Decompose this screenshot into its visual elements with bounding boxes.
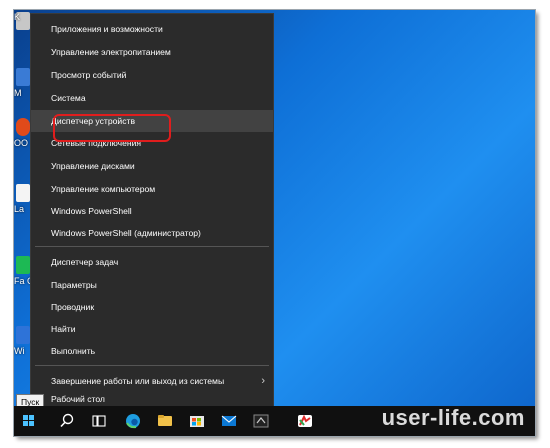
menu-item-desktop[interactable]: Рабочий стол (31, 392, 273, 406)
folder-icon (158, 415, 172, 426)
app-icon (253, 414, 269, 428)
desktop-icon-label: Wi (14, 346, 25, 356)
desktop-icon-2[interactable]: M (14, 68, 32, 102)
app-icon (16, 326, 30, 344)
explorer-button[interactable] (150, 406, 180, 436)
chevron-right-icon: › (261, 375, 265, 387)
menu-item-apps-features[interactable]: Приложения и возможности (31, 18, 273, 40)
menu-item-file-explorer[interactable]: Проводник (31, 296, 273, 318)
desktop-icon-5[interactable]: Fa C (14, 256, 34, 290)
menu-item-powershell[interactable]: Windows PowerShell (31, 200, 273, 222)
app-icon (16, 68, 30, 86)
desktop-icon-3[interactable]: OO (14, 118, 32, 152)
edge-button[interactable] (118, 406, 148, 436)
menu-item-disk-management[interactable]: Управление дисками (31, 155, 273, 177)
red-highlight-box (53, 114, 171, 142)
menu-item-shutdown-signout[interactable]: Завершение работы или выход из системы › (31, 370, 273, 392)
menu-item-task-manager[interactable]: Диспетчер задач (31, 251, 273, 273)
search-button[interactable] (52, 406, 82, 436)
windows-icon (23, 415, 34, 426)
edge-icon (126, 414, 140, 429)
desktop-icon-4[interactable]: La (14, 184, 32, 218)
desktop-icon-6[interactable]: Wi (14, 326, 32, 360)
start-button[interactable] (14, 406, 44, 436)
screenshot: K M OO La Fa C Wi Приложения и возможнос… (0, 0, 550, 448)
mail-icon (221, 415, 237, 426)
store-button[interactable] (182, 406, 212, 436)
app-button-2[interactable] (290, 406, 320, 436)
menu-item-label: Завершение работы или выход из системы (51, 376, 225, 386)
mail-button[interactable] (214, 406, 244, 436)
menu-item-computer-management[interactable]: Управление компьютером (31, 178, 273, 200)
menu-separator (35, 246, 269, 247)
desktop-icon-label: OO (14, 138, 29, 148)
store-icon (190, 416, 204, 427)
desktop-icon-label: K (14, 12, 21, 22)
desktop-icon-label: M (14, 88, 22, 98)
menu-item-event-viewer[interactable]: Просмотр событий (31, 64, 273, 86)
app-button[interactable] (246, 406, 276, 436)
menu-item-powershell-admin[interactable]: Windows PowerShell (администратор) (31, 222, 273, 244)
menu-item-settings[interactable]: Параметры (31, 274, 273, 296)
task-view-button[interactable] (84, 406, 114, 436)
menu-item-run[interactable]: Выполнить (31, 340, 273, 362)
winx-context-menu: Приложения и возможности Управление элек… (31, 14, 273, 406)
menu-item-system[interactable]: Система (31, 87, 273, 109)
app-icon (16, 256, 30, 274)
menu-item-power-options[interactable]: Управление электропитанием (31, 41, 273, 63)
document-icon (16, 184, 30, 202)
menu-separator (35, 365, 269, 366)
windows-desktop: K M OO La Fa C Wi Приложения и возможнос… (14, 10, 535, 436)
watermark: user-life.com (381, 405, 525, 430)
desktop-icon-1[interactable]: K (14, 12, 32, 46)
menu-item-search[interactable]: Найти (31, 318, 273, 340)
task-view-icon (92, 415, 106, 427)
search-icon (60, 413, 74, 428)
desktop-icon-label: La (14, 204, 25, 214)
office-icon (16, 118, 30, 136)
app-icon (298, 414, 312, 427)
